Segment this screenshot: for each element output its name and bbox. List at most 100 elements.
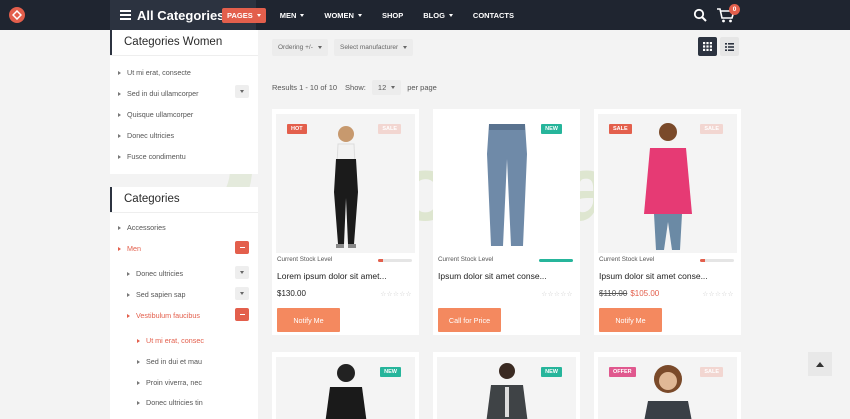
product-card[interactable]: NEW xyxy=(433,352,580,419)
product-image[interactable]: NEW xyxy=(276,357,415,419)
nav-pages[interactable]: PAGES xyxy=(222,7,266,23)
nav-contacts[interactable]: CONTACTS xyxy=(473,11,514,20)
divider xyxy=(110,55,258,56)
subcategory-item[interactable]: Sed in dui et mau xyxy=(137,357,202,366)
nav-women-label: WOMEN xyxy=(324,10,354,20)
nav-pages-label: PAGES xyxy=(227,10,253,20)
product-card[interactable]: SALE SALE Current Stock Level Ipsum dolo… xyxy=(594,109,741,335)
category-item[interactable]: Accessories xyxy=(118,223,166,232)
subcategory-item[interactable]: Proin viverra, nec xyxy=(137,378,202,387)
category-label: Sed in dui et mau xyxy=(146,357,202,366)
main-menu: PAGES MEN WOMEN SHOP BLOG CONTACTS xyxy=(222,0,534,30)
subcategory-item[interactable]: Donec ultricies xyxy=(127,269,183,278)
scroll-to-top-button[interactable] xyxy=(808,352,832,376)
subcategory-item-active[interactable]: Vestibulum faucibus xyxy=(127,311,200,320)
caret-right-icon xyxy=(137,338,140,343)
arrow-up-icon xyxy=(816,361,824,367)
expand-toggle[interactable] xyxy=(235,266,249,279)
product-image[interactable]: SALE SALE xyxy=(598,114,737,253)
per-page-label: per page xyxy=(407,83,437,92)
ordering-label: Ordering +/- xyxy=(278,44,313,51)
rating-stars: ☆☆☆☆☆ xyxy=(702,291,734,298)
grid-view-button[interactable] xyxy=(698,37,717,56)
product-card[interactable]: NEW xyxy=(272,352,419,419)
women-category-item[interactable]: Donec ultricies xyxy=(118,131,174,140)
caret-right-icon xyxy=(118,225,121,230)
product-badge: SALE xyxy=(378,124,401,134)
product-image[interactable]: HOT SALE xyxy=(276,114,415,253)
notify-me-button[interactable]: Notify Me xyxy=(277,308,340,332)
chevron-down-icon xyxy=(357,13,362,17)
product-title[interactable]: Ipsum dolor sit amet conse... xyxy=(599,271,737,281)
expand-toggle[interactable] xyxy=(235,287,249,300)
product-badge: SALE xyxy=(609,124,632,134)
site-logo[interactable] xyxy=(9,7,25,23)
list-icon xyxy=(725,42,734,51)
category-label: Ut mi erat, consec xyxy=(146,336,204,345)
subcategory-item[interactable]: Donec ultricies tin xyxy=(137,398,203,407)
women-category-label: Sed in dui ullamcorper xyxy=(127,89,199,98)
women-category-label: Ut mi erat, consecte xyxy=(127,68,191,77)
women-category-item[interactable]: Quisque ullamcorper xyxy=(118,110,193,119)
caret-right-icon xyxy=(118,133,121,138)
caret-right-icon xyxy=(137,380,140,385)
ordering-select[interactable]: Ordering +/- xyxy=(272,39,328,56)
category-label: Accessories xyxy=(127,223,166,232)
stock-level-fill xyxy=(539,259,573,262)
list-view-button[interactable] xyxy=(720,37,739,56)
expand-toggle[interactable] xyxy=(235,85,249,98)
stock-level-bar xyxy=(539,259,573,262)
caret-right-icon xyxy=(118,246,121,251)
caret-right-icon xyxy=(127,313,130,318)
product-title[interactable]: Ipsum dolor sit amet conse... xyxy=(438,271,576,281)
nav-blog[interactable]: BLOG xyxy=(423,11,453,20)
nav-men[interactable]: MEN xyxy=(280,11,305,20)
nav-blog-label: BLOG xyxy=(423,10,445,20)
rating-stars: ☆☆☆☆☆ xyxy=(380,291,412,298)
subcategory-item[interactable]: Sed sapien sap xyxy=(127,290,186,299)
product-card[interactable]: OFFER SALE xyxy=(594,352,741,419)
product-badge: HOT xyxy=(287,124,307,134)
product-card[interactable]: HOT SALE Current Stock Level Lorem ipsum… xyxy=(272,109,419,335)
product-price: $110.00 $105.00 xyxy=(599,289,659,298)
stock-level-fill xyxy=(378,259,384,262)
caret-right-icon xyxy=(137,400,140,405)
category-label: Men xyxy=(127,244,141,253)
minus-icon xyxy=(239,247,245,248)
manufacturer-select[interactable]: Select manufacturer xyxy=(334,39,414,56)
chevron-down-icon xyxy=(240,292,244,295)
per-page-value: 12 xyxy=(377,83,387,92)
product-badge: SALE xyxy=(700,124,723,134)
collapse-toggle[interactable] xyxy=(235,241,249,254)
price-value: $130.00 xyxy=(277,289,306,298)
per-page-select[interactable]: 12 xyxy=(371,80,402,95)
women-category-item[interactable]: Fusce condimentu xyxy=(118,152,186,161)
product-title[interactable]: Lorem ipsum dolor sit amet... xyxy=(277,271,415,281)
product-photo xyxy=(644,123,692,250)
nav-women[interactable]: WOMEN xyxy=(324,11,362,20)
women-category-label: Quisque ullamcorper xyxy=(127,110,194,119)
category-item-active[interactable]: Men xyxy=(118,244,141,253)
chevron-down-icon xyxy=(300,13,305,17)
product-image[interactable]: OFFER SALE xyxy=(598,357,737,419)
call-for-price-button[interactable]: Call for Price xyxy=(438,308,501,332)
cart-count-badge: 0 xyxy=(729,4,740,15)
all-categories-label: All Categories xyxy=(137,7,225,23)
product-image[interactable]: NEW xyxy=(437,114,576,253)
stock-level-fill xyxy=(700,259,706,262)
women-category-item[interactable]: Ut mi erat, consecte xyxy=(118,68,191,77)
collapse-toggle[interactable] xyxy=(235,308,249,321)
nav-men-label: MEN xyxy=(279,10,297,20)
subcategory-item-active[interactable]: Ut mi erat, consec xyxy=(137,336,204,345)
search-icon[interactable] xyxy=(693,8,707,22)
categories-title: Categories xyxy=(110,187,258,212)
notify-me-button[interactable]: Notify Me xyxy=(599,308,662,332)
product-image[interactable]: NEW xyxy=(437,357,576,419)
nav-shop[interactable]: SHOP xyxy=(382,11,403,20)
product-card[interactable]: NEW Current Stock Level Ipsum dolor sit … xyxy=(433,109,580,335)
caret-right-icon xyxy=(118,91,121,96)
women-category-item[interactable]: Sed in dui ullamcorper xyxy=(118,89,199,98)
hamburger-icon xyxy=(120,8,131,22)
minus-icon xyxy=(239,314,245,315)
caret-right-icon xyxy=(127,271,130,276)
